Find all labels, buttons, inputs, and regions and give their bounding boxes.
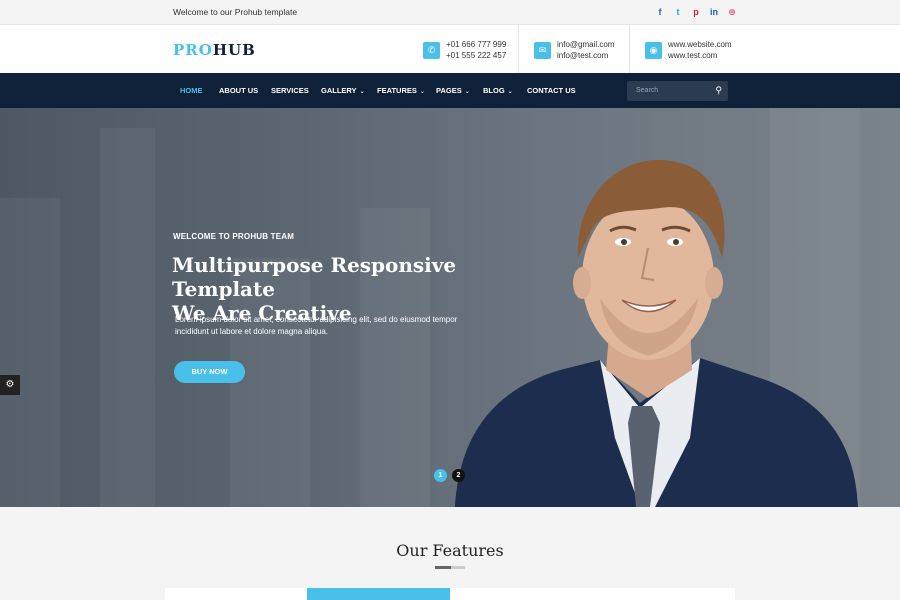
website-2[interactable]: www.test.com	[668, 50, 732, 61]
chevron-down-icon: ⌄	[464, 89, 470, 95]
twitter-icon[interactable]: t	[673, 6, 683, 18]
email-2[interactable]: info@test.com	[557, 50, 614, 61]
nav-blog[interactable]: BLOG ⌄	[483, 86, 513, 95]
contact-website: ◉ www.website.com www.test.com	[645, 39, 732, 61]
hero-description: Lorem ipsum dolor sit amet, consectetur …	[175, 315, 458, 336]
main-nav: HOME ABOUT US SERVICES GALLERY ⌄ FEATURES…	[0, 73, 900, 108]
logo-pro: PRO	[173, 41, 213, 59]
slide-dot-1[interactable]: 1	[434, 469, 447, 482]
envelope-icon: ✉	[534, 41, 551, 59]
settings-gear-icon[interactable]: ⚙	[0, 375, 20, 395]
facebook-icon[interactable]: f	[655, 6, 665, 18]
chevron-down-icon: ⌄	[419, 89, 425, 95]
nav-features[interactable]: FEATURES ⌄	[377, 86, 425, 95]
divider	[629, 25, 630, 73]
title-underline	[451, 566, 465, 569]
contact-phone: ✆ +01 666 777 999 +01 555 222 457	[423, 39, 506, 61]
feature-card[interactable]	[592, 588, 735, 600]
nav-about-us[interactable]: ABOUT US	[219, 86, 258, 95]
logo-hub: HUB	[212, 41, 256, 59]
nav-pages-label: PAGES	[436, 86, 462, 95]
linkedin-icon[interactable]: in	[709, 6, 719, 18]
website-1[interactable]: www.website.com	[668, 39, 732, 50]
title-underline	[435, 566, 451, 569]
feature-card[interactable]	[165, 588, 307, 600]
pinterest-icon[interactable]: p	[691, 6, 701, 18]
chevron-down-icon: ⌄	[507, 89, 513, 95]
buy-now-button[interactable]: BUY NOW	[174, 361, 245, 383]
phone-icon: ✆	[423, 41, 440, 59]
nav-gallery-label: GALLERY	[321, 86, 357, 95]
top-bar: Welcome to our Prohub template f t p in …	[0, 0, 900, 25]
globe-icon: ◉	[645, 41, 662, 59]
slide-dot-2[interactable]: 2	[452, 469, 465, 482]
header: PROHUB ✆ +01 666 777 999 +01 555 222 457…	[0, 25, 900, 73]
features-title: Our Features	[396, 541, 504, 560]
nav-pages[interactable]: PAGES ⌄	[436, 86, 470, 95]
dribbble-icon[interactable]: ⊛	[727, 6, 737, 18]
contact-email: ✉ info@gmail.com info@test.com	[534, 39, 614, 61]
search-icon[interactable]: ⚲	[715, 85, 722, 96]
nav-contact-us[interactable]: CONTACT US	[527, 86, 576, 95]
search-placeholder: Search	[636, 87, 659, 94]
divider	[518, 25, 519, 73]
search-input[interactable]: Search ⚲	[627, 81, 728, 101]
feature-card[interactable]	[450, 588, 592, 600]
hero-kicker: WELCOME TO PROHUB TEAM	[173, 232, 295, 241]
feature-card-active[interactable]	[307, 588, 450, 600]
phone-2[interactable]: +01 555 222 457	[446, 50, 506, 61]
phone-1[interactable]: +01 666 777 999	[446, 39, 506, 50]
social-links: f t p in ⊛	[655, 6, 737, 18]
logo[interactable]: PROHUB	[173, 41, 256, 59]
nav-home[interactable]: HOME	[180, 86, 203, 95]
welcome-text: Welcome to our Prohub template	[173, 7, 298, 17]
nav-blog-label: BLOG	[483, 86, 505, 95]
hero-slider: WELCOME TO PROHUB TEAM Multipurpose Resp…	[0, 108, 900, 507]
hero-title-line1: Multipurpose Responsive Template	[172, 253, 457, 301]
chevron-down-icon: ⌄	[359, 89, 365, 95]
nav-services[interactable]: SERVICES	[271, 86, 309, 95]
nav-gallery[interactable]: GALLERY ⌄	[321, 86, 365, 95]
email-1[interactable]: info@gmail.com	[557, 39, 614, 50]
nav-features-label: FEATURES	[377, 86, 417, 95]
